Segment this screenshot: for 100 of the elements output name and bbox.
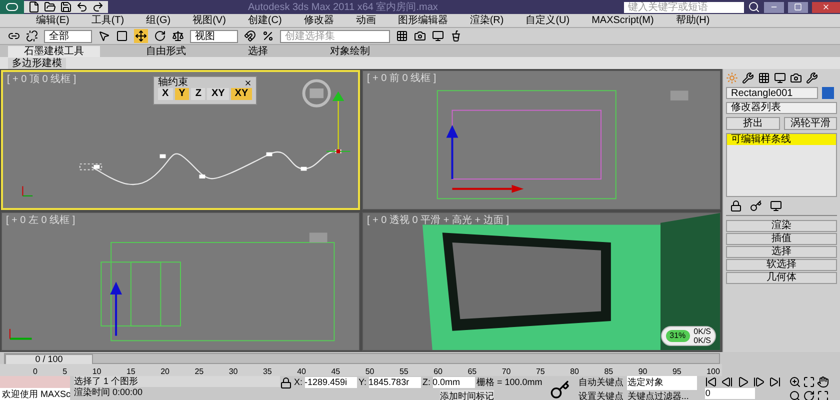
menu-item[interactable]: 帮助(H) bbox=[676, 16, 710, 26]
move-button[interactable] bbox=[134, 29, 148, 43]
scale-icon[interactable] bbox=[172, 30, 184, 42]
minimize-button[interactable] bbox=[764, 2, 784, 12]
modifier-button[interactable]: 涡轮平滑 bbox=[784, 117, 837, 130]
ribbon-tab[interactable]: 选择 bbox=[232, 46, 284, 57]
auto-key-button[interactable]: 自动关键点 bbox=[578, 376, 624, 390]
zoom-icon[interactable] bbox=[789, 376, 802, 388]
modifier-button[interactable]: 挤出 bbox=[726, 117, 780, 130]
ribbon-panel-tab[interactable]: 多边形建模 bbox=[8, 58, 66, 68]
key-mode-dropdown[interactable]: 选定对象 bbox=[627, 376, 698, 390]
rollout-header[interactable]: 几何体 bbox=[726, 272, 837, 284]
selection-filter-dropdown[interactable]: 全部 bbox=[44, 30, 92, 42]
menu-item[interactable]: 动画 bbox=[356, 16, 376, 26]
z-coordinate-field[interactable]: 0.0mm bbox=[432, 377, 475, 388]
frame-tick-label: 90 bbox=[638, 367, 648, 376]
set-key-button[interactable]: 设置关键点 bbox=[578, 390, 624, 400]
link-icon[interactable] bbox=[8, 30, 20, 42]
undo-icon[interactable] bbox=[76, 1, 88, 13]
menu-item[interactable]: 组(G) bbox=[146, 16, 171, 26]
viewport-label[interactable]: [ + 0 透视 0 平滑 + 高光 + 边面 ] bbox=[367, 212, 509, 228]
axis-button[interactable]: Z bbox=[191, 88, 206, 100]
menu-item[interactable]: 图形编辑器 bbox=[398, 16, 448, 26]
search-icon[interactable] bbox=[748, 1, 760, 13]
maxscript-listener[interactable]: 欢迎使用 MAXSc bbox=[0, 388, 70, 400]
pan-icon[interactable] bbox=[817, 376, 830, 388]
previous-frame-icon[interactable] bbox=[721, 376, 734, 388]
menu-item[interactable]: 编辑(E) bbox=[36, 16, 70, 26]
status-message: 选择了 1 个图形 bbox=[74, 376, 280, 387]
reference-coordinate-dropdown[interactable]: 视图 bbox=[190, 30, 238, 42]
axis-button[interactable]: X bbox=[158, 88, 173, 100]
percent-snap-icon[interactable] bbox=[262, 30, 274, 42]
zoom-extents-icon[interactable] bbox=[803, 376, 816, 388]
menu-item[interactable]: 修改器 bbox=[304, 16, 334, 26]
modifier-list-dropdown[interactable]: 修改器列表 bbox=[726, 102, 837, 114]
current-frame-field[interactable]: 0 bbox=[705, 388, 756, 399]
menu-item[interactable]: 视图(V) bbox=[192, 16, 226, 26]
x-coordinate-field[interactable]: -1289.459i bbox=[304, 377, 357, 388]
x-label: X: bbox=[294, 376, 303, 389]
close-icon bbox=[822, 3, 830, 11]
display-icon[interactable] bbox=[774, 72, 786, 84]
modifier-stack-item[interactable]: 可编辑样条线 bbox=[727, 134, 836, 145]
grid-size: 栅格 = 100.0mm bbox=[476, 376, 542, 389]
object-name-field[interactable]: Rectangle001 bbox=[726, 87, 818, 99]
ribbon-tab[interactable]: 自由形式 bbox=[130, 46, 202, 57]
cup-icon[interactable] bbox=[450, 30, 462, 42]
y-coordinate-field[interactable]: 1845.783r bbox=[368, 377, 421, 388]
menu-item[interactable]: 渲染(R) bbox=[470, 16, 504, 26]
frame-tick-label: 0 bbox=[33, 367, 38, 376]
lock-icon[interactable] bbox=[280, 376, 292, 389]
rollout-header[interactable]: 插值 bbox=[726, 233, 837, 245]
rollout-header[interactable]: 软选择 bbox=[726, 259, 837, 271]
next-frame-icon[interactable] bbox=[753, 376, 766, 388]
go-to-start-icon[interactable] bbox=[705, 376, 718, 388]
frame-tick-label: 85 bbox=[604, 367, 614, 376]
utilities-icon[interactable] bbox=[806, 72, 818, 84]
app-logo-icon[interactable] bbox=[0, 0, 24, 14]
x-axis-arrow-icon bbox=[452, 184, 524, 193]
close-icon[interactable] bbox=[244, 78, 252, 86]
redo-icon[interactable] bbox=[92, 1, 104, 13]
axis-button[interactable]: XY bbox=[230, 88, 252, 100]
axis-button[interactable]: XY bbox=[207, 88, 229, 100]
maximize-button[interactable] bbox=[788, 2, 808, 12]
ribbon-tab[interactable]: 石墨建模工具 bbox=[8, 46, 100, 57]
close-button[interactable] bbox=[812, 2, 840, 12]
rollout-header[interactable]: 渲染 bbox=[726, 220, 837, 232]
listener-pane bbox=[0, 376, 70, 388]
play-icon[interactable] bbox=[737, 376, 750, 388]
transfer-rate: 0K/S bbox=[694, 336, 711, 345]
maximize-viewport-icon[interactable] bbox=[817, 390, 830, 400]
open-folder-icon[interactable] bbox=[44, 1, 56, 13]
rollout-header[interactable]: 选择 bbox=[726, 246, 837, 258]
ribbon-tab[interactable]: 对象绘制 bbox=[314, 46, 386, 57]
menu-item[interactable]: 创建(C) bbox=[248, 16, 282, 26]
menu-item[interactable]: 工具(T) bbox=[91, 16, 124, 26]
rotate-icon[interactable] bbox=[154, 30, 166, 42]
select-icon[interactable] bbox=[98, 30, 110, 42]
time-slider-thumb[interactable]: 0 / 100 bbox=[5, 354, 93, 364]
axis-tripod-icon bbox=[9, 328, 32, 340]
object-color-swatch[interactable] bbox=[822, 87, 834, 99]
menu-item[interactable]: MAXScript(M) bbox=[592, 16, 654, 26]
menu-item[interactable]: 自定义(U) bbox=[526, 16, 570, 26]
save-icon[interactable] bbox=[60, 1, 72, 13]
rectangle-select-icon[interactable] bbox=[116, 30, 128, 42]
go-to-end-icon[interactable] bbox=[769, 376, 782, 388]
snap-icon[interactable] bbox=[244, 30, 256, 42]
unlink-icon[interactable] bbox=[26, 30, 38, 42]
named-selection-field[interactable]: 创建选择集 bbox=[280, 30, 390, 42]
new-file-icon[interactable] bbox=[28, 1, 40, 13]
axis-button[interactable]: Y bbox=[174, 88, 190, 100]
frame-tick-label: 30 bbox=[228, 367, 238, 376]
toolbar-title: 轴约束 bbox=[158, 77, 188, 88]
selection-rectangle bbox=[79, 163, 102, 170]
viewport[interactable]: [ + 0 顶 0 线框 ] 轴约束 X Y Z XY XY bbox=[1, 70, 360, 210]
y-label: Y: bbox=[358, 376, 367, 389]
orbit-icon[interactable] bbox=[803, 390, 816, 400]
key-filters-button[interactable]: 关键点过滤器... bbox=[627, 390, 689, 400]
frame-tick-label: 100 bbox=[706, 367, 720, 376]
key-icon[interactable] bbox=[550, 380, 570, 400]
add-time-tag[interactable]: 添加时间标记 bbox=[440, 390, 494, 400]
